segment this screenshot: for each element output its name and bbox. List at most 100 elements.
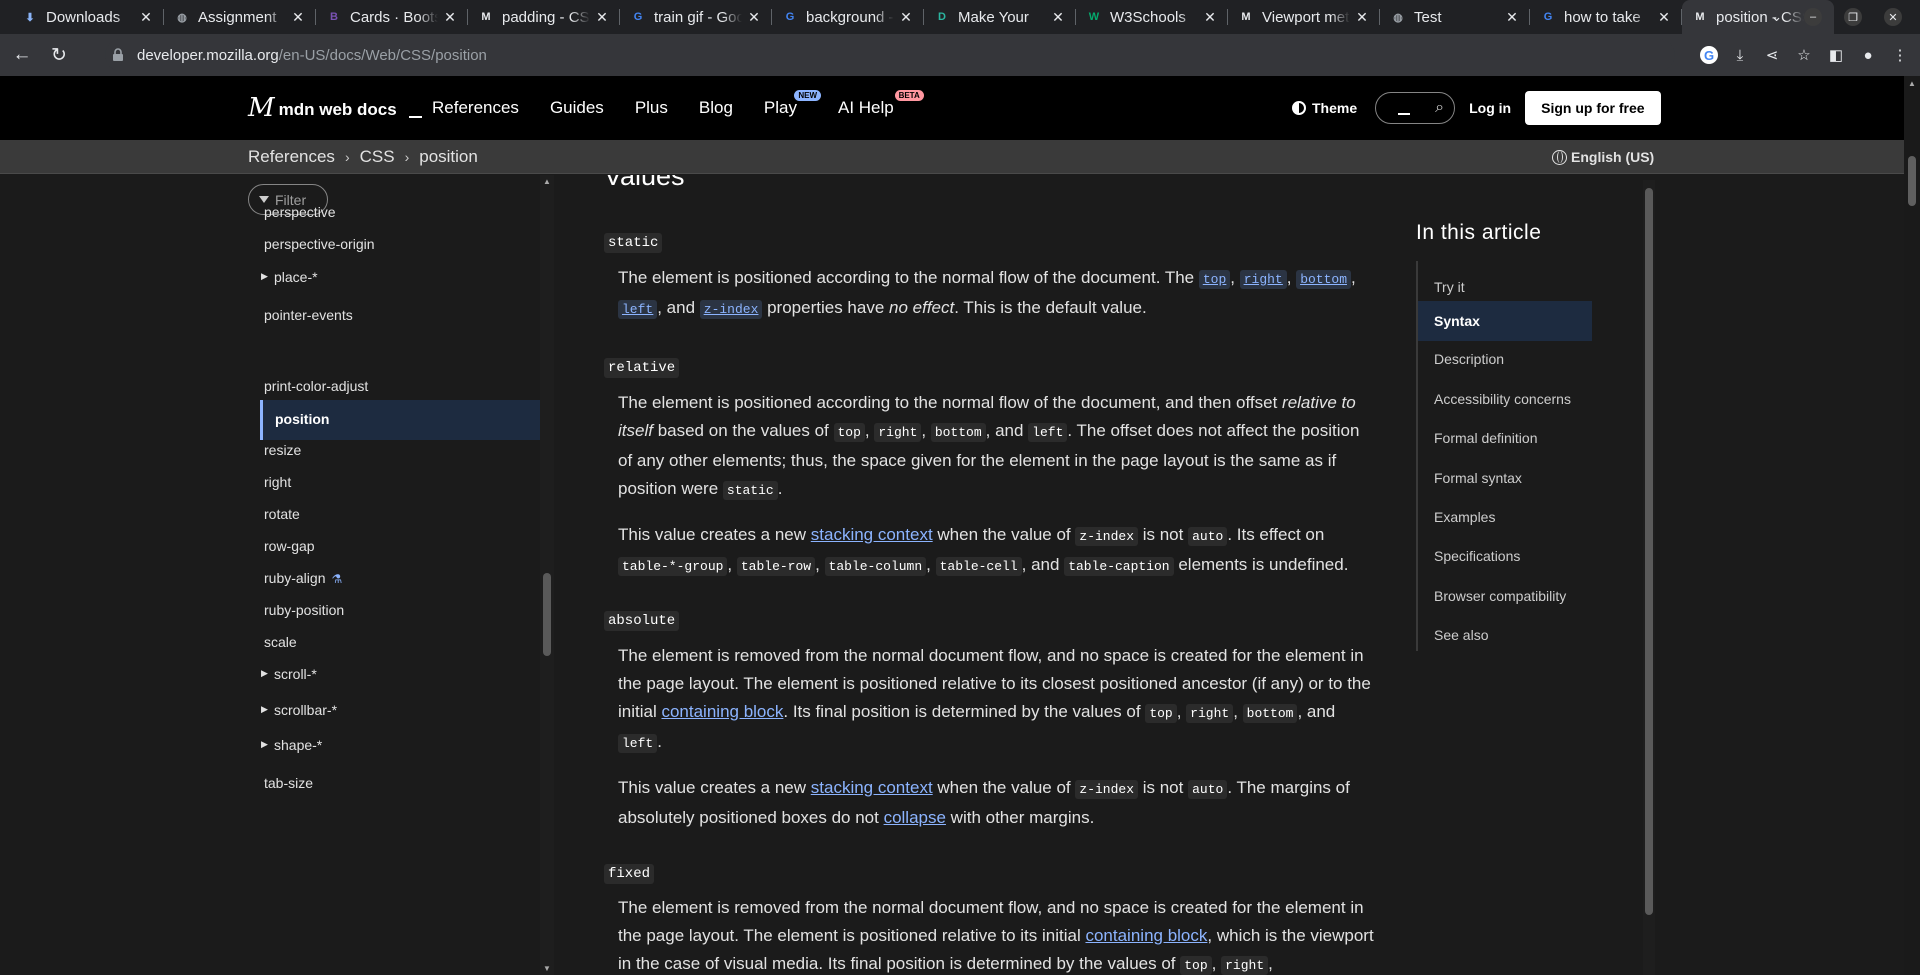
browser-tab[interactable]: ◍ Assignment ✕ bbox=[164, 0, 316, 34]
minimize-button[interactable]: – bbox=[1804, 8, 1822, 26]
section-heading-values: Values bbox=[604, 175, 685, 191]
tab-title: Cards · Bootstrap bbox=[350, 8, 438, 26]
sidebar-item-position[interactable]: position bbox=[260, 400, 540, 440]
browser-tab[interactable]: M Viewport meta ✕ bbox=[1228, 0, 1380, 34]
sidebar-item-place[interactable]: place-* bbox=[261, 269, 317, 285]
sidebar-scroll-thumb[interactable] bbox=[543, 573, 551, 656]
address-bar[interactable]: developer.mozilla.org/en-US/docs/Web/CSS… bbox=[105, 39, 1675, 71]
tab-close-icon[interactable]: ✕ bbox=[1504, 9, 1520, 25]
sidebar-item-ruby-align[interactable]: ruby-align ⚗ bbox=[264, 570, 342, 586]
nav-guides[interactable]: Guides bbox=[550, 98, 604, 118]
search-input[interactable]: ⌕ bbox=[1375, 92, 1456, 124]
toc-item-formal-syntax[interactable]: Formal syntax bbox=[1434, 470, 1522, 486]
scroll-up-icon[interactable]: ▲ bbox=[543, 177, 551, 186]
browser-tab[interactable]: ◍ Test ✕ bbox=[1380, 0, 1530, 34]
term-static: static bbox=[604, 233, 663, 253]
browser-tab[interactable]: B Cards · Bootstrap✕ bbox=[316, 0, 468, 34]
link-left: left bbox=[618, 298, 658, 319]
sidebar-item-label: right bbox=[264, 474, 292, 490]
page-scroll-thumb[interactable] bbox=[1908, 156, 1916, 206]
browser-tab[interactable]: Mpadding - CSS ✕ bbox=[468, 0, 620, 34]
browser-tab[interactable]: D Make Your ✕ bbox=[924, 0, 1076, 34]
browser-tab[interactable]: Gbackground - Google✕ bbox=[772, 0, 924, 34]
toc-item-browser-compatibility[interactable]: Browser compatibility bbox=[1434, 588, 1566, 604]
sidebar-item-perspective[interactable]: perspective bbox=[264, 204, 336, 220]
restore-button[interactable]: ❐ bbox=[1844, 8, 1862, 26]
scroll-up-icon[interactable]: ▲ bbox=[1908, 79, 1916, 88]
tab-title: how to take bbox=[1564, 8, 1641, 26]
toc-item-specifications[interactable]: Specifications bbox=[1434, 548, 1520, 564]
scroll-down-icon[interactable]: ▼ bbox=[543, 964, 551, 973]
menu-kebab-icon[interactable]: ⋮ bbox=[1890, 45, 1910, 65]
browser-tab[interactable]: ⬇ Downloads ✕ bbox=[12, 0, 164, 34]
close-window-button[interactable]: ✕ bbox=[1884, 8, 1902, 26]
sidebar-item-scrollbar[interactable]: scrollbar-* bbox=[261, 702, 337, 718]
side-panel-icon[interactable]: ◧ bbox=[1826, 45, 1846, 65]
google-lens-icon[interactable]: G bbox=[1700, 46, 1718, 64]
tab-close-icon[interactable]: ✕ bbox=[594, 9, 610, 25]
tab-search-chevron-icon[interactable]: ⌄ bbox=[1771, 9, 1782, 25]
reload-button[interactable]: ↻ bbox=[44, 40, 74, 70]
tab-close-icon[interactable]: ✕ bbox=[442, 9, 458, 25]
sidebar-item-perspective-origin[interactable]: perspective-origin bbox=[264, 236, 375, 252]
browser-tab[interactable]: Ghow to take ✕ bbox=[1530, 0, 1682, 34]
browser-tab[interactable]: W W3Schools ✕ bbox=[1076, 0, 1228, 34]
toc-item-description[interactable]: Description bbox=[1434, 351, 1504, 367]
profile-icon[interactable]: ● bbox=[1858, 45, 1878, 65]
page-scrollbar[interactable]: ▲ bbox=[1904, 76, 1920, 975]
sidebar-item-scale[interactable]: scale bbox=[264, 634, 297, 650]
sidebar-item-ruby-position[interactable]: ruby-position bbox=[264, 602, 344, 618]
breadcrumb-css[interactable]: CSS bbox=[360, 147, 395, 167]
sidebar-item-pointer-events[interactable]: pointer-events bbox=[264, 307, 353, 323]
toc-item-syntax[interactable]: Syntax bbox=[1418, 301, 1592, 341]
sidebar-item-row-gap[interactable]: row-gap bbox=[264, 538, 315, 554]
tab-close-icon[interactable]: ✕ bbox=[1202, 9, 1218, 25]
tab-close-icon[interactable]: ✕ bbox=[898, 9, 914, 25]
toc-item-accessibility-concerns[interactable]: Accessibility concerns bbox=[1434, 391, 1571, 407]
language-switcher[interactable]: English (US) bbox=[1552, 140, 1654, 174]
sidebar-item-resize[interactable]: resize bbox=[264, 442, 301, 458]
sidebar-item-print-color-adjust[interactable]: print-color-adjust bbox=[264, 378, 368, 394]
tab-close-icon[interactable]: ✕ bbox=[1050, 9, 1066, 25]
tab-close-icon[interactable]: ✕ bbox=[138, 9, 154, 25]
theme-toggle[interactable]: Theme bbox=[1292, 100, 1357, 116]
bookmark-star-icon[interactable]: ☆ bbox=[1794, 45, 1814, 65]
breadcrumb-bar: References › CSS › position English (US) bbox=[0, 140, 1904, 174]
mdn-icon: M bbox=[1695, 11, 1705, 23]
breadcrumb-position[interactable]: position bbox=[419, 147, 478, 167]
login-link[interactable]: Log in bbox=[1469, 100, 1511, 116]
content-scroll-thumb[interactable] bbox=[1645, 188, 1653, 915]
sidebar-item-right[interactable]: right bbox=[264, 474, 291, 490]
install-app-icon[interactable]: ⤓ bbox=[1730, 45, 1750, 65]
nav-plus[interactable]: Plus bbox=[635, 98, 668, 118]
toc-item-see-also[interactable]: See also bbox=[1434, 627, 1488, 643]
content-scrollbar[interactable] bbox=[1643, 180, 1655, 975]
sidebar-item-scroll[interactable]: scroll-* bbox=[261, 666, 317, 682]
sidebar-item-shape[interactable]: shape-* bbox=[261, 737, 322, 753]
toc-item-examples[interactable]: Examples bbox=[1434, 509, 1495, 525]
tab-close-icon[interactable]: ✕ bbox=[1656, 9, 1672, 25]
share-icon[interactable]: ⋖ bbox=[1762, 45, 1782, 65]
beta-badge: BETA bbox=[894, 90, 924, 101]
sidebar-item-tab-size[interactable]: tab-size bbox=[264, 775, 313, 791]
sidebar-item-rotate[interactable]: rotate bbox=[264, 506, 300, 522]
nav-play[interactable]: Play NEW bbox=[764, 90, 821, 118]
nav-references[interactable]: References bbox=[432, 98, 519, 118]
site-icon: D bbox=[938, 11, 946, 23]
tab-close-icon[interactable]: ✕ bbox=[290, 9, 306, 25]
back-button[interactable]: ← bbox=[7, 40, 37, 70]
sidebar-item-label: row-gap bbox=[264, 538, 315, 554]
toc-item-try-it[interactable]: Try it bbox=[1434, 279, 1465, 295]
breadcrumb-references[interactable]: References bbox=[248, 147, 335, 167]
browser-tab[interactable]: Gtrain gif - Google✕ bbox=[620, 0, 772, 34]
mdn-logo[interactable]: M mdn web docs bbox=[248, 95, 422, 121]
tab-close-icon[interactable]: ✕ bbox=[746, 9, 762, 25]
tab-close-icon[interactable]: ✕ bbox=[1354, 9, 1370, 25]
toc-item-formal-definition[interactable]: Formal definition bbox=[1434, 430, 1538, 446]
sidebar-scrollbar[interactable]: ▲ ▼ bbox=[540, 175, 554, 975]
nav-blog[interactable]: Blog bbox=[699, 98, 733, 118]
fixed-description: The element is removed from the normal d… bbox=[618, 898, 1374, 975]
bootstrap-icon: B bbox=[330, 11, 338, 23]
signup-button[interactable]: Sign up for free bbox=[1525, 91, 1661, 125]
nav-ai-help[interactable]: AI Help BETA bbox=[838, 90, 924, 118]
